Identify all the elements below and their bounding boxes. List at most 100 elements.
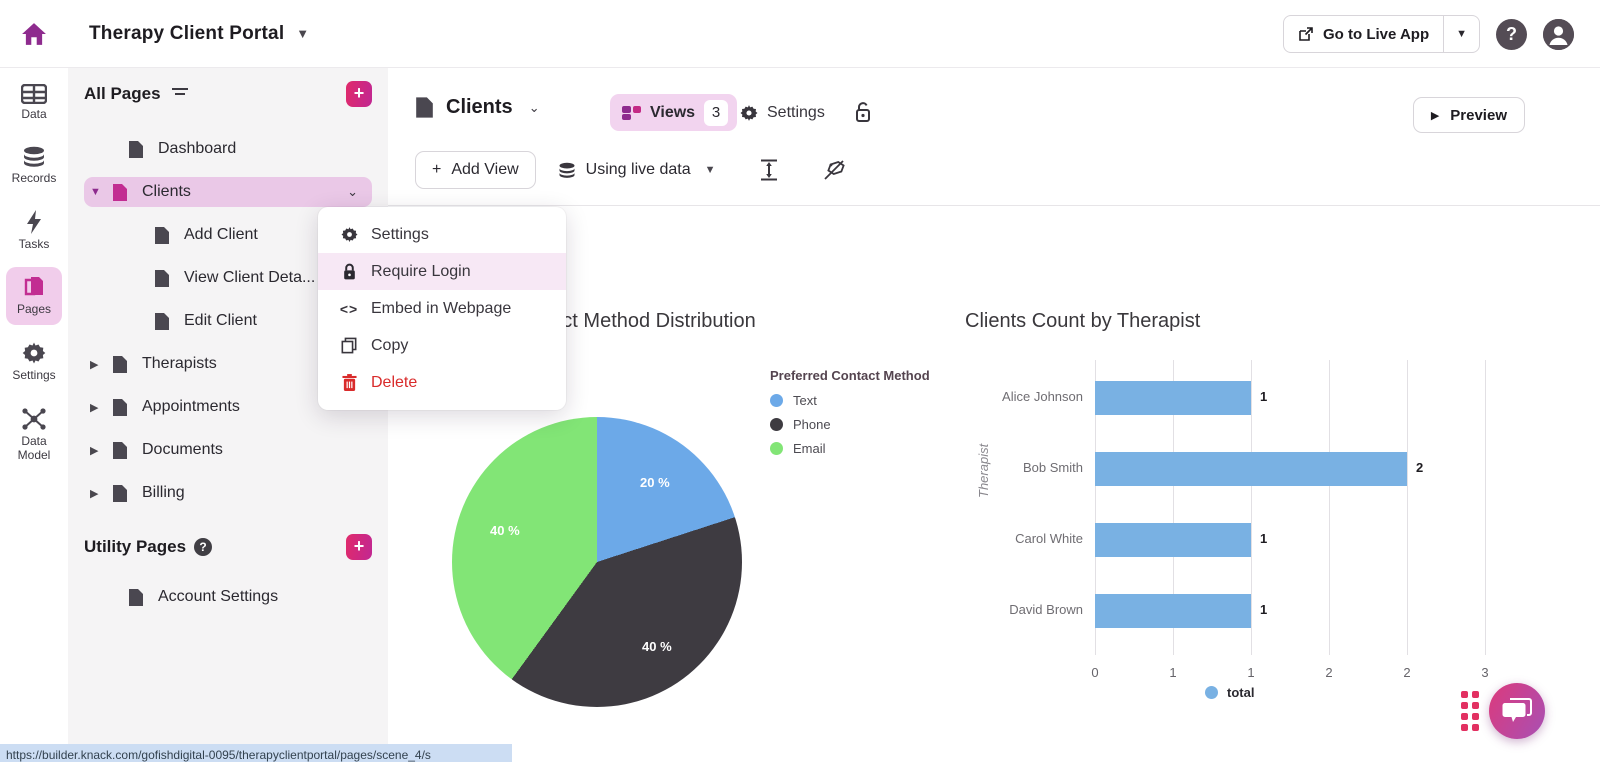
pie-legend: Preferred Contact Method Text Phone Emai…	[770, 368, 930, 465]
pages-icon	[22, 275, 46, 299]
trash-icon	[342, 374, 357, 391]
sidebar-item-documents[interactable]: ▶ Documents	[68, 435, 388, 465]
tab-settings[interactable]: Settings	[740, 94, 825, 131]
rail-item-records[interactable]: Records	[6, 138, 62, 194]
sidebar-item-account-settings[interactable]: Account Settings	[68, 582, 388, 612]
utility-pages-title: Utility Pages	[84, 537, 186, 557]
caret-right-icon[interactable]: ▶	[90, 358, 112, 371]
page-icon	[154, 312, 170, 331]
legend-item-phone[interactable]: Phone	[770, 417, 930, 432]
data-model-icon	[21, 407, 47, 431]
rail-item-data[interactable]: Data	[6, 76, 62, 130]
go-to-live-app-button[interactable]: Go to Live App ▼	[1283, 15, 1480, 53]
page-icon	[112, 183, 128, 202]
bar-david-brown[interactable]	[1095, 594, 1251, 628]
bar-row: 1	[1095, 594, 1485, 628]
legend-item-text[interactable]: Text	[770, 393, 930, 408]
copy-icon	[341, 337, 357, 354]
bar-row: 1	[1095, 381, 1485, 415]
page-icon	[128, 140, 144, 159]
add-page-button[interactable]: +	[346, 81, 372, 107]
views-count-badge: 3	[704, 100, 728, 126]
page-icon	[112, 398, 128, 417]
page-context-menu: Settings Require Login <> Embed in Webpa…	[318, 207, 566, 410]
filter-icon[interactable]	[171, 87, 189, 101]
bar-category-label: David Brown	[963, 602, 1083, 617]
bar-carol-white[interactable]	[1095, 523, 1251, 557]
pie-slice-label: 40 %	[490, 523, 520, 538]
bar-value-label: 1	[1260, 602, 1267, 617]
rail-item-pages[interactable]: Pages	[6, 267, 62, 325]
caret-right-icon[interactable]: ▶	[90, 487, 112, 500]
dropdown-caret-icon: ▼	[705, 164, 716, 176]
bar-category-label: Carol White	[963, 531, 1083, 546]
hide-labels-icon[interactable]	[822, 159, 846, 181]
preview-button[interactable]: ▶ Preview	[1413, 97, 1525, 133]
home-icon[interactable]	[21, 21, 47, 47]
account-avatar[interactable]	[1543, 19, 1574, 50]
page-icon	[415, 96, 434, 119]
rail-item-tasks[interactable]: Tasks	[6, 202, 62, 260]
app-title-chevron-down-icon[interactable]: ▼	[296, 26, 309, 41]
top-bar: Therapy Client Portal ▼ Go to Live App ▼…	[0, 0, 1600, 68]
caret-right-icon[interactable]: ▶	[90, 444, 112, 457]
database-icon	[558, 162, 576, 179]
records-database-icon	[22, 146, 46, 168]
chevron-down-icon[interactable]: ⌄	[347, 184, 358, 200]
bar-category-label: Alice Johnson	[963, 389, 1083, 404]
chat-bubble-icon	[1502, 697, 1532, 725]
bar-bob-smith[interactable]	[1095, 452, 1407, 486]
menu-item-require-login[interactable]: Require Login	[318, 253, 566, 290]
chat-button[interactable]	[1489, 683, 1545, 739]
menu-item-delete[interactable]: Delete	[318, 364, 566, 401]
page-title: Clients	[446, 96, 513, 119]
adjust-heights-icon[interactable]	[760, 159, 778, 181]
legend-item-email[interactable]: Email	[770, 441, 930, 456]
page-title-chevron-down-icon[interactable]: ⌄	[529, 100, 540, 116]
settings-gear-icon	[341, 226, 358, 243]
bar-chart-plot[interactable]: 1 2 1 1	[1095, 360, 1485, 655]
page-icon	[154, 269, 170, 288]
toolbar-divider	[388, 205, 1600, 206]
play-icon: ▶	[1431, 109, 1439, 122]
settings-gear-icon	[22, 341, 46, 365]
page-icon	[154, 226, 170, 245]
bar-chart-title: Clients Count by Therapist	[965, 310, 1200, 333]
tab-views[interactable]: Views 3	[610, 94, 737, 131]
live-data-dropdown[interactable]: Using live data ▼	[558, 161, 716, 179]
sidebar-item-dashboard[interactable]: Dashboard	[68, 134, 388, 164]
page-icon	[112, 355, 128, 374]
bar-value-label: 1	[1260, 389, 1267, 404]
utility-help-icon[interactable]: ?	[194, 538, 212, 556]
bar-value-label: 1	[1260, 531, 1267, 546]
unlocked-padlock-icon[interactable]	[854, 101, 872, 123]
menu-item-settings[interactable]: Settings	[318, 216, 566, 253]
data-table-icon	[21, 84, 47, 104]
sidebar-item-clients[interactable]: ▼ Clients ⌄	[84, 177, 372, 207]
drag-handle[interactable]	[1461, 691, 1481, 735]
sidebar-item-billing[interactable]: ▶ Billing	[68, 478, 388, 508]
menu-item-copy[interactable]: Copy	[318, 327, 566, 364]
bar-alice-johnson[interactable]	[1095, 381, 1251, 415]
pages-panel: All Pages + Dashboard ▼ Clients ⌄ Add Cl…	[68, 68, 388, 762]
caret-right-icon[interactable]: ▶	[90, 401, 112, 414]
menu-item-embed[interactable]: <> Embed in Webpage	[318, 290, 566, 327]
legend-dot	[1205, 686, 1218, 699]
bar-chart-legend[interactable]: total	[1205, 685, 1254, 700]
legend-dot	[770, 394, 783, 407]
legend-dot	[770, 418, 783, 431]
bar-category-label: Bob Smith	[963, 460, 1083, 475]
lock-icon	[342, 263, 357, 281]
help-icon[interactable]: ?	[1496, 19, 1527, 50]
pie-slice-label: 40 %	[642, 639, 672, 654]
gridline	[1485, 360, 1486, 655]
live-app-dropdown-icon[interactable]: ▼	[1444, 28, 1479, 40]
rail-item-settings[interactable]: Settings	[6, 333, 62, 391]
pie-chart[interactable]: 20 % 40 % 40 %	[452, 417, 742, 707]
bar-row: 2	[1095, 452, 1485, 486]
add-utility-page-button[interactable]: +	[346, 534, 372, 560]
add-view-button[interactable]: + Add View	[415, 151, 536, 189]
rail-item-data-model[interactable]: Data Model	[6, 399, 62, 471]
external-link-icon	[1298, 26, 1314, 42]
caret-down-icon[interactable]: ▼	[90, 186, 112, 198]
